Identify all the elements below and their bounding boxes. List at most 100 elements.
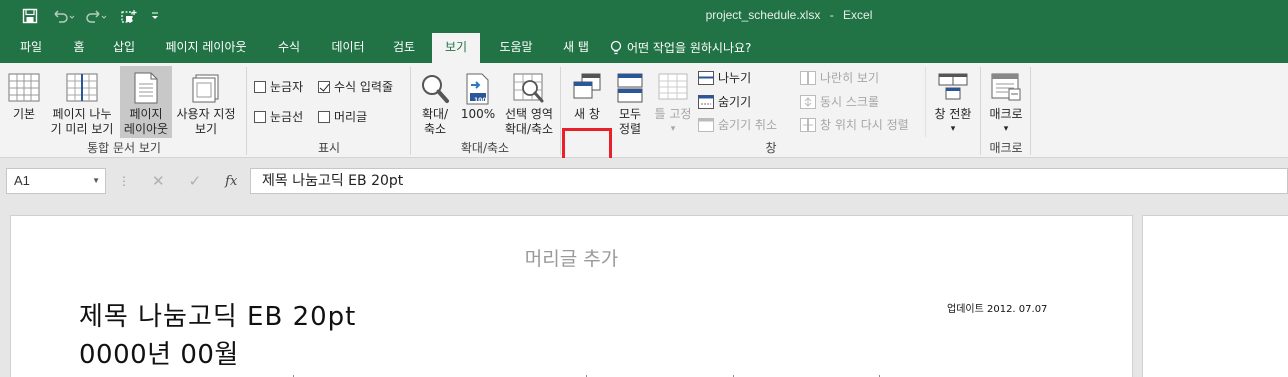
formula-bar-checkbox-box[interactable]: [318, 80, 330, 93]
zoom-to-selection-label-1: 선택 영역: [505, 107, 553, 121]
ribbon-view: 기본 페이지 나누 기 미리 보기 페이지 레이아웃 사용자 지정 보기 통합 …: [0, 63, 1288, 192]
page-break-label-2: 기 미리 보기: [50, 122, 114, 136]
sheet-page: 머리글 추가 제목 나눔고딕 EB 20pt 0000년 00월 업데이트 20…: [10, 215, 1133, 377]
macros-label: 매크로: [989, 107, 1023, 121]
page-break-label-1: 페이지 나누: [52, 107, 112, 121]
normal-view-button[interactable]: 기본: [4, 67, 44, 137]
zoom-to-selection-button[interactable]: 선택 영역 확대/축소: [500, 67, 558, 137]
freeze-panes-button[interactable]: 틀 고정 ▾: [650, 67, 696, 137]
separator: [1030, 67, 1031, 155]
arrange-all-button[interactable]: 모두 정렬: [612, 67, 648, 137]
headings-checkbox-box[interactable]: [318, 110, 330, 123]
switch-windows-icon: [938, 73, 968, 100]
new-window-button[interactable]: 새 창: [565, 67, 609, 127]
tab-data[interactable]: 데이터: [320, 33, 376, 63]
magnifier-icon: [422, 75, 449, 103]
zoom-button[interactable]: 확대/ 축소: [414, 67, 456, 137]
page-break-preview-button[interactable]: 페이지 나누 기 미리 보기: [46, 67, 118, 137]
custom-views-label-1: 사용자 지정: [176, 107, 236, 121]
hide-window-button[interactable]: 숨기기: [698, 93, 751, 110]
split-button[interactable]: 나누기: [698, 69, 751, 86]
reset-position-icon: [800, 117, 816, 132]
tab-page-layout[interactable]: 페이지 레이아웃: [152, 33, 260, 63]
gridlines-checkbox[interactable]: 눈금선: [254, 108, 303, 125]
headings-checkbox[interactable]: 머리글: [318, 108, 367, 125]
macros-button[interactable]: 매크로 ▾: [984, 67, 1028, 137]
tab-view[interactable]: 보기: [432, 33, 480, 63]
cell-title[interactable]: 제목 나눔고딕 EB 20pt: [79, 296, 356, 333]
macros-icon: [991, 73, 1021, 101]
title-separator: -: [829, 8, 834, 22]
ruler-label: 눈금자: [270, 80, 304, 94]
app-name: Excel: [843, 8, 873, 22]
ruler-checkbox-box[interactable]: [254, 80, 266, 93]
switch-windows-label: 창 전환: [934, 107, 972, 121]
split-label: 나누기: [718, 71, 752, 85]
reset-window-position-button[interactable]: 창 위치 다시 정렬: [800, 116, 909, 133]
name-box-value: A1: [14, 173, 30, 188]
view-side-by-side-button[interactable]: 나란히 보기: [800, 69, 879, 86]
ruler-checkbox[interactable]: 눈금자: [254, 78, 303, 95]
custom-views-button[interactable]: 사용자 지정 보기: [172, 67, 240, 137]
tab-formulas[interactable]: 수식: [266, 33, 312, 63]
new-window-icon: [573, 73, 601, 99]
window-group-label: 창: [765, 141, 777, 155]
name-box-dropdown-icon[interactable]: ▼: [92, 169, 100, 193]
insert-function-icon[interactable]: fx: [225, 174, 237, 189]
normal-view-label: 기본: [12, 107, 36, 121]
sync-scroll-icon: [800, 94, 816, 109]
page-break-icon: [66, 73, 98, 102]
tell-me-box[interactable]: 어떤 작업을 원하시나요?: [610, 33, 751, 63]
window-title: project_schedule.xlsx - Excel: [0, 8, 1288, 22]
tell-me-text: 어떤 작업을 원하시나요?: [627, 40, 752, 55]
separator: [925, 67, 926, 137]
normal-view-icon: [8, 73, 40, 102]
separator: [980, 67, 981, 155]
headings-label: 머리글: [334, 110, 368, 124]
gridlines-checkbox-box[interactable]: [254, 110, 266, 123]
zoom-label-2: 축소: [423, 122, 447, 136]
zoom-100-button[interactable]: 100 100%: [458, 67, 498, 137]
lightbulb-icon: [610, 40, 622, 55]
show-group-label: 표시: [317, 141, 341, 155]
sheet-next-page: [1142, 215, 1288, 377]
tab-insert[interactable]: 삽입: [102, 33, 146, 63]
name-box[interactable]: A1 ▼: [6, 168, 106, 194]
excel-window: project_schedule.xlsx - Excel 파일 홈 삽입 페이…: [0, 0, 1288, 377]
zoom-group-label: 확대/축소: [460, 141, 510, 155]
custom-views-icon: [192, 74, 219, 103]
zoom-100-icon-text: 100: [474, 97, 487, 104]
page-layout-view-button[interactable]: 페이지 레이아웃: [120, 66, 172, 138]
add-header-placeholder[interactable]: 머리글 추가: [11, 244, 1132, 271]
tab-file[interactable]: 파일: [8, 33, 54, 63]
formula-bar: A1 ▼ ⋮ ✕ ✓ fx 제목 나눔고딕 EB 20pt: [0, 158, 1288, 204]
zoom-100-label: 100%: [460, 107, 496, 121]
cancel-icon[interactable]: ✕: [152, 172, 165, 190]
formula-bar-checkbox[interactable]: 수식 입력줄: [318, 78, 393, 95]
unhide-window-icon: [698, 117, 714, 132]
sync-scroll-label: 동시 스크롤: [820, 95, 880, 109]
gridlines-label: 눈금선: [270, 110, 304, 124]
macros-group-label: 매크로: [989, 141, 1023, 155]
macros-dropdown-icon: ▾: [1003, 124, 1009, 134]
ribbon-tabs: 파일 홈 삽입 페이지 레이아웃 수식 데이터 검토 보기 도움말 새 탭 어떤…: [0, 33, 1288, 63]
tab-review[interactable]: 검토: [382, 33, 426, 63]
side-by-side-icon: [800, 70, 816, 85]
arrange-all-icon: [617, 73, 643, 103]
arrange-all-label-2: 정렬: [618, 122, 642, 136]
cell-subtitle[interactable]: 0000년 00월: [79, 334, 239, 371]
switch-windows-button[interactable]: 창 전환 ▾: [928, 67, 978, 137]
synchronous-scrolling-button[interactable]: 동시 스크롤: [800, 93, 879, 110]
separator: [246, 67, 247, 155]
unhide-window-label: 숨기기 취소: [718, 118, 778, 132]
unhide-window-button[interactable]: 숨기기 취소: [698, 116, 777, 133]
tab-help[interactable]: 도움말: [488, 33, 544, 63]
title-bar: project_schedule.xlsx - Excel: [0, 0, 1288, 33]
cell-update-note[interactable]: 업데이트 2012. 07.07: [947, 300, 1047, 315]
tab-home[interactable]: 홈: [62, 33, 96, 63]
formula-input[interactable]: 제목 나눔고딕 EB 20pt: [250, 168, 1288, 194]
enter-check-icon[interactable]: ✓: [189, 172, 202, 190]
file-name: project_schedule.xlsx: [705, 8, 821, 22]
tab-new-tab[interactable]: 새 탭: [550, 33, 602, 63]
page-layout-label-1: 페이지: [129, 107, 163, 121]
